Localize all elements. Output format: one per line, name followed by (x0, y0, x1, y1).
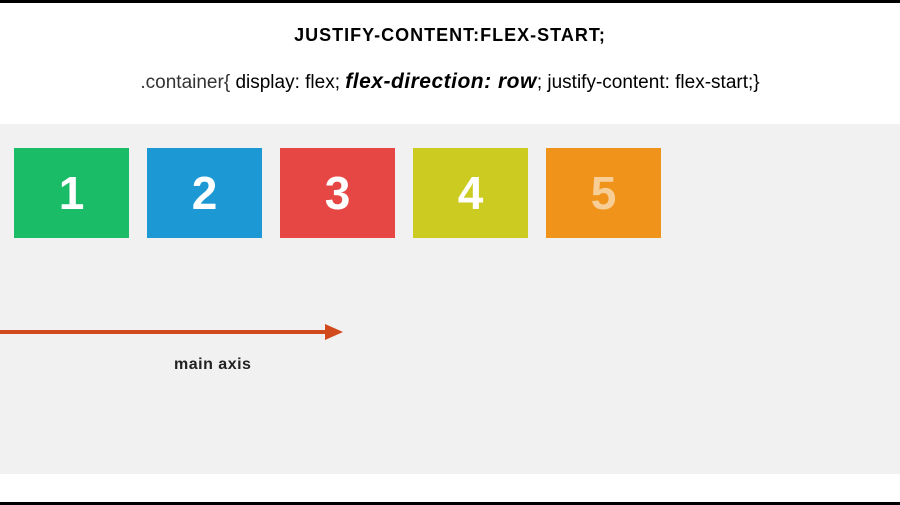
box-label: 5 (591, 166, 617, 220)
main-axis-arrow (0, 322, 345, 362)
axis-label: main axis (174, 356, 251, 374)
css-code-line: .container{ display: flex; flex-directio… (0, 70, 900, 94)
arrow-icon (0, 322, 345, 342)
box-label: 1 (59, 166, 85, 220)
code-selector: .container{ (140, 72, 230, 93)
flex-item-2: 2 (147, 148, 262, 238)
code-prop-display: display: flex; (235, 72, 340, 93)
diagram-frame: JUSTIFY-CONTENT:FLEX-START; .container{ … (0, 0, 900, 505)
code-prop-direction: flex-direction: row (345, 70, 537, 93)
code-semicolon: ; (537, 72, 542, 93)
box-label: 2 (192, 166, 218, 220)
flex-item-4: 4 (413, 148, 528, 238)
demo-area: 1 2 3 4 5 main axis (0, 124, 900, 474)
flex-container: 1 2 3 4 5 (0, 124, 900, 238)
box-label: 4 (458, 166, 484, 220)
diagram-title: JUSTIFY-CONTENT:FLEX-START; (0, 25, 900, 46)
flex-item-5: 5 (546, 148, 661, 238)
flex-item-1: 1 (14, 148, 129, 238)
flex-item-3: 3 (280, 148, 395, 238)
box-label: 3 (325, 166, 351, 220)
code-prop-justify: justify-content: flex-start;} (547, 72, 759, 93)
